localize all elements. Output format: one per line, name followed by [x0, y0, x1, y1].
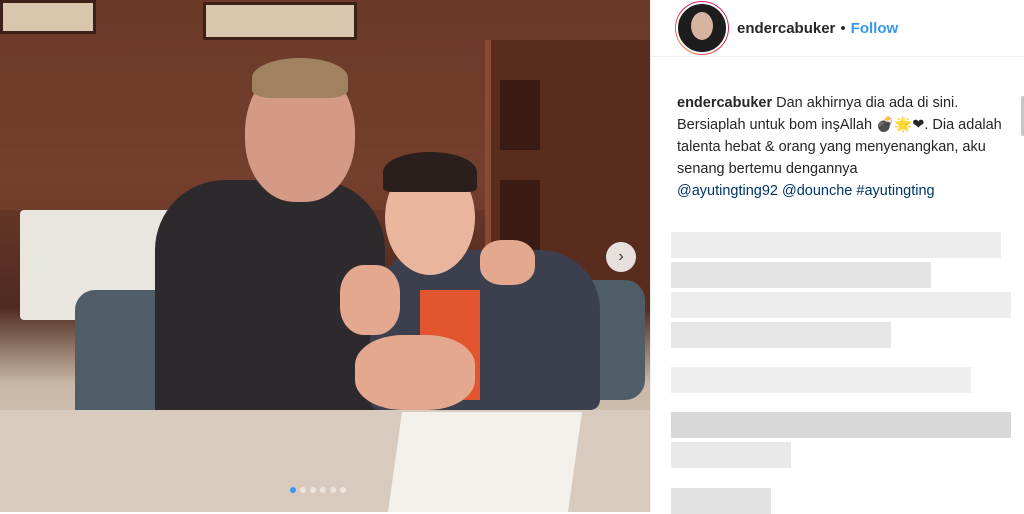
blurred-comment: [671, 322, 891, 348]
carousel-dots: [290, 487, 346, 493]
peace-sign-hand: [355, 335, 475, 410]
blurred-comment: [671, 367, 971, 393]
username[interactable]: endercabuker: [737, 20, 835, 37]
carousel-dot: [310, 487, 316, 493]
blurred-comment: [671, 442, 791, 468]
blurred-comment: [671, 262, 931, 288]
man-hair: [252, 58, 348, 98]
carousel-dot: [290, 487, 296, 493]
caption: endercabuker Dan akhirnya dia ada di sin…: [677, 92, 1007, 202]
post-header: endercabuker • Follow: [651, 0, 1024, 57]
shelf-slot: [500, 80, 540, 150]
carousel-dot: [330, 487, 336, 493]
caption-username[interactable]: endercabuker: [677, 95, 772, 111]
blurred-comment: [671, 488, 771, 514]
blurred-comment: [671, 232, 1001, 258]
wall-picture-frame: [0, 0, 96, 34]
carousel-dot: [300, 487, 306, 493]
peace-sign-hand: [340, 265, 400, 335]
separator-dot: •: [840, 19, 846, 37]
next-arrow-icon[interactable]: ›: [606, 242, 636, 272]
blurred-comment: [671, 292, 1011, 318]
carousel-dot: [320, 487, 326, 493]
post-photo[interactable]: ›: [0, 0, 650, 512]
post-sidebar: endercabuker • Follow endercabuker Dan a…: [650, 0, 1024, 514]
woman-hair: [383, 152, 477, 192]
follow-button[interactable]: Follow: [851, 20, 899, 37]
hand: [480, 240, 535, 285]
blurred-comments: [671, 232, 1011, 514]
paper-sheet: [387, 412, 583, 512]
blurred-comment: [671, 412, 1011, 438]
carousel-dot: [340, 487, 346, 493]
caption-tags[interactable]: @ayutingting92 @dounche #ayutingting: [677, 183, 935, 199]
avatar-image: [676, 2, 728, 54]
avatar[interactable]: [675, 1, 729, 55]
wall-picture-frame: [203, 2, 357, 40]
